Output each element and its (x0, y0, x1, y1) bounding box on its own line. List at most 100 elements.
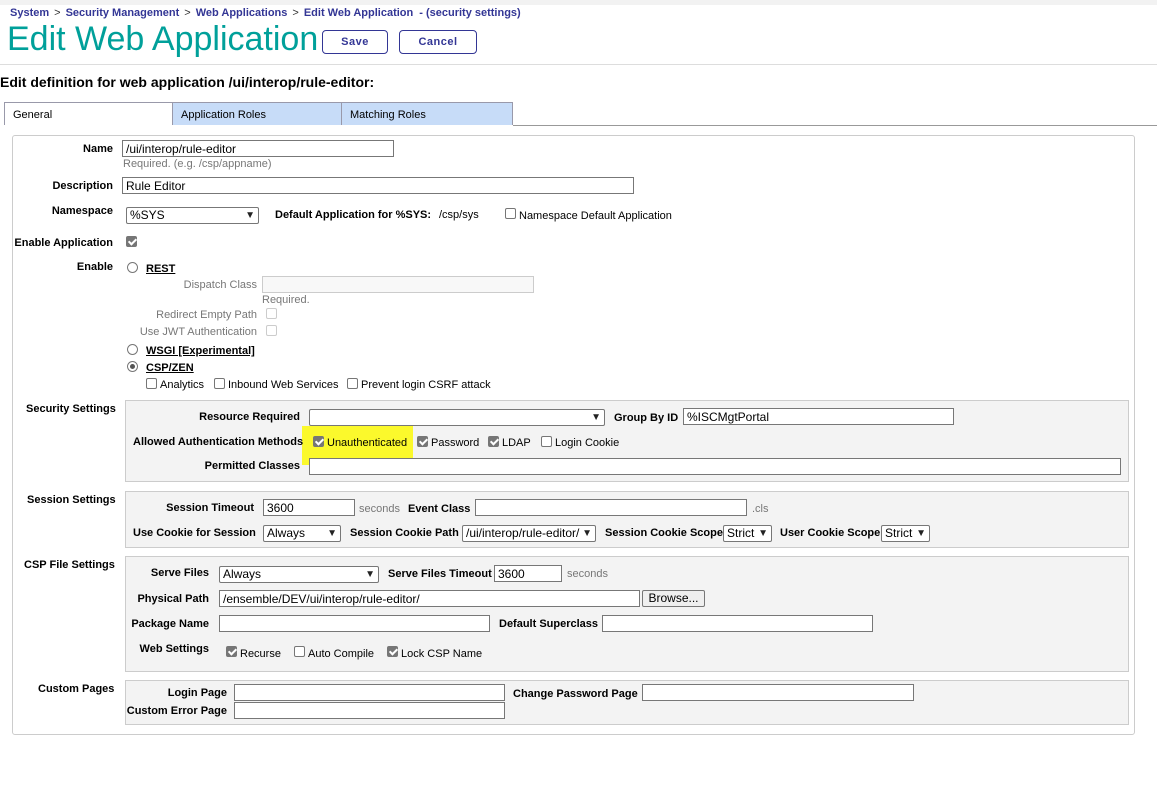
user-cookie-scope-select[interactable]: Strict ▼ (881, 525, 930, 542)
auto-compile-label: Auto Compile (308, 648, 375, 660)
login-cookie-label: Login Cookie (555, 437, 620, 449)
page-subtitle: Edit definition for web application /ui/… (0, 74, 375, 90)
cancel-button[interactable]: Cancel (399, 30, 477, 54)
session-timeout-unit: seconds (359, 503, 400, 515)
login-cookie-checkbox[interactable] (541, 436, 552, 447)
login-page-field[interactable] (234, 684, 505, 701)
user-cookie-scope-label: User Cookie Scope (780, 527, 881, 539)
default-superclass-label: Default Superclass (499, 618, 599, 630)
lock-csp-name-checkbox[interactable] (387, 646, 398, 657)
use-jwt-label: Use JWT Authentication (139, 326, 257, 338)
breadcrumb-web-applications[interactable]: Web Applications (196, 7, 288, 19)
tab-application-roles[interactable]: Application Roles (172, 102, 342, 125)
session-cookie-path-select[interactable]: /ui/interop/rule-editor/▼ (462, 525, 596, 542)
name-field[interactable]: /ui/interop/rule-editor (122, 140, 394, 157)
namespace-select[interactable]: %SYS ▼ (126, 207, 259, 224)
recurse-label: Recurse (240, 648, 281, 660)
dispatch-class-field[interactable] (262, 276, 534, 293)
analytics-checkbox[interactable] (146, 378, 157, 389)
name-label: Name (83, 143, 113, 155)
custom-error-page-field[interactable] (234, 702, 505, 719)
permitted-classes-field[interactable] (309, 458, 1121, 475)
chevron-down-icon: ▼ (591, 412, 601, 423)
custom-error-page-label: Custom Error Page (126, 705, 227, 717)
redirect-empty-path-label: Redirect Empty Path (156, 309, 257, 321)
serve-files-select[interactable]: Always ▼ (219, 566, 379, 583)
use-cookie-select[interactable]: Always ▼ (263, 525, 341, 542)
csp-zen-label[interactable]: CSP/ZEN (146, 362, 194, 374)
breadcrumb-separator: > (292, 7, 299, 19)
tab-general-label: General (13, 109, 53, 121)
password-checkbox[interactable] (417, 436, 428, 447)
group-by-id-label: Group By ID (614, 412, 679, 424)
serve-files-timeout-unit: seconds (567, 568, 608, 580)
breadcrumb-security-management[interactable]: Security Management (66, 7, 180, 19)
serve-files-timeout-label: Serve Files Timeout (388, 568, 492, 580)
breadcrumb-separator: > (54, 7, 61, 19)
tab-matching-roles[interactable]: Matching Roles (341, 102, 513, 125)
event-class-label: Event Class (408, 503, 471, 515)
enable-application-checkbox[interactable] (126, 236, 137, 247)
wsgi-label[interactable]: WSGI [Experimental] (146, 345, 255, 357)
top-strip (0, 0, 1157, 5)
auto-compile-checkbox[interactable] (294, 646, 305, 657)
prevent-csrf-label: Prevent login CSRF attack (361, 379, 491, 391)
serve-files-label: Serve Files (150, 567, 209, 579)
enable-label: Enable (76, 261, 113, 273)
resource-required-select[interactable]: ▼ (309, 409, 605, 426)
chevron-down-icon: ▼ (758, 528, 768, 539)
serve-files-timeout-field[interactable]: 3600 (494, 565, 562, 582)
use-cookie-label: Use Cookie for Session (133, 527, 256, 539)
enable-application-label: Enable Application (14, 237, 113, 249)
chevron-down-icon: ▼ (916, 528, 926, 539)
session-cookie-scope-select[interactable]: Strict ▼ (723, 525, 772, 542)
event-class-field[interactable] (475, 499, 747, 516)
event-class-suffix: .cls (752, 503, 769, 515)
tab-baseline (513, 125, 1157, 126)
namespace-default-checkbox[interactable] (505, 208, 516, 219)
breadcrumb-separator: > (184, 7, 191, 19)
session-cookie-scope-label: Session Cookie Scope (605, 527, 723, 539)
default-superclass-field[interactable] (602, 615, 873, 632)
chevron-down-icon: ▼ (582, 528, 592, 539)
inbound-web-services-label: Inbound Web Services (228, 379, 339, 391)
session-cookie-path-label: Session Cookie Path (350, 527, 459, 539)
custom-pages-heading: Custom Pages (38, 683, 115, 695)
use-cookie-value: Always (267, 526, 306, 540)
wsgi-radio[interactable] (127, 344, 138, 355)
change-password-page-field[interactable] (642, 684, 914, 701)
csp-file-settings-heading: CSP File Settings (24, 559, 115, 571)
description-field[interactable]: Rule Editor (122, 177, 634, 194)
rest-radio[interactable] (127, 262, 138, 273)
user-cookie-scope-value: Strict (885, 526, 913, 540)
permitted-classes-label: Permitted Classes (204, 460, 300, 472)
namespace-default-label: Namespace Default Application (519, 210, 672, 222)
package-name-field[interactable] (219, 615, 490, 632)
tab-general[interactable]: General (4, 102, 173, 125)
lock-csp-name-label: Lock CSP Name (401, 648, 483, 660)
group-by-id-field[interactable]: %ISCMgtPortal (683, 408, 954, 425)
physical-path-field[interactable]: /ensemble/DEV/ui/interop/rule-editor/ (219, 590, 640, 607)
breadcrumb-edit-web-application[interactable]: Edit Web Application (304, 7, 413, 19)
prevent-csrf-checkbox[interactable] (347, 378, 358, 389)
save-button[interactable]: Save (322, 30, 388, 54)
use-jwt-checkbox[interactable] (266, 325, 277, 336)
unauthenticated-label: Unauthenticated (327, 437, 408, 449)
session-timeout-field[interactable]: 3600 (263, 499, 355, 516)
dispatch-class-label: Dispatch Class (183, 279, 257, 291)
name-hint: Required. (e.g. /csp/appname) (123, 158, 272, 170)
tab-matching-roles-label: Matching Roles (350, 109, 426, 121)
breadcrumb-system[interactable]: System (10, 7, 49, 19)
rest-label[interactable]: REST (146, 263, 175, 275)
header-divider (0, 64, 1157, 65)
chevron-down-icon: ▼ (327, 528, 337, 539)
ldap-checkbox[interactable] (488, 436, 499, 447)
unauthenticated-checkbox[interactable] (313, 436, 324, 447)
browse-button[interactable]: Browse... (642, 590, 705, 607)
chevron-down-icon: ▼ (245, 210, 255, 221)
csp-zen-radio[interactable] (127, 361, 138, 372)
redirect-empty-path-checkbox[interactable] (266, 308, 277, 319)
inbound-web-services-checkbox[interactable] (214, 378, 225, 389)
analytics-label: Analytics (160, 379, 205, 391)
recurse-checkbox[interactable] (226, 646, 237, 657)
